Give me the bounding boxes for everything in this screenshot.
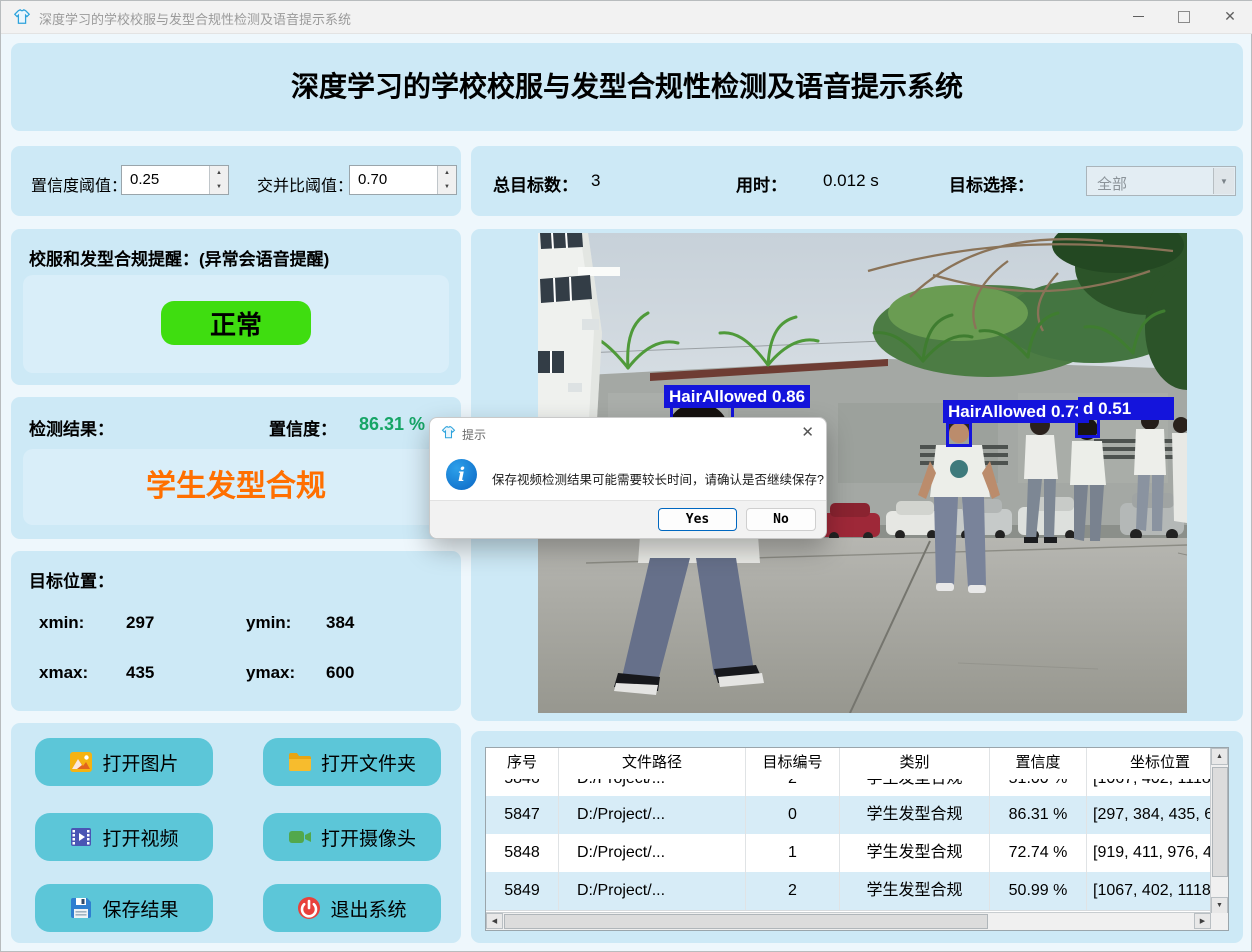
spin-down-icon[interactable]: ▼ [438,180,456,194]
dialog-title: 提示 [462,426,486,443]
dialog-close-icon[interactable]: ✕ [801,423,814,441]
shirt-icon [13,8,31,26]
actions-panel: 打开图片 打开文件夹 打开视频 打开摄像头 [11,723,461,943]
target-select-dropdown[interactable]: 全部 ▼ [1086,166,1236,196]
results-table: 序号 文件路径 目标编号 类别 置信度 坐标位置 5846 D:/Project… [485,747,1229,931]
spin-up-icon[interactable]: ▲ [210,166,228,181]
shirt-icon [441,425,456,440]
col-header: 序号 [486,748,559,779]
confidence-threshold-spinner[interactable]: 0.25 ▲ ▼ [121,165,229,195]
elapsed-time-label: 用时： [736,171,787,196]
iou-threshold-value: 0.70 [358,171,387,188]
camera-icon [288,825,312,849]
scroll-up-icon[interactable]: ▲ [1211,748,1228,765]
col-header: 坐标位置 [1087,748,1211,779]
minimize-icon[interactable] [1115,1,1161,32]
table-header-row: 序号 文件路径 目标编号 类别 置信度 坐标位置 [486,748,1211,780]
result-label: 检测结果： [29,415,114,440]
open-video-button[interactable]: 打开视频 [35,813,213,861]
maximize-icon[interactable] [1161,1,1207,32]
result-panel: 检测结果： 置信度： 86.31 % 学生发型合规 [11,397,461,539]
status-badge: 正常 [161,301,311,345]
total-targets-value: 3 [591,171,600,191]
scrollbar-thumb[interactable] [504,914,988,929]
open-folder-button[interactable]: 打开文件夹 [263,738,441,786]
scroll-left-icon[interactable]: ◀ [486,913,503,929]
col-header: 类别 [840,748,990,779]
table-row[interactable]: 5849 D:/Project/... 2 学生发型合规 50.99 % [10… [486,872,1211,911]
info-icon: i [446,459,477,490]
detection-label: HairAllowed 0.73 [943,400,1089,423]
position-header: 目标位置： [29,567,114,592]
spin-down-icon[interactable]: ▼ [210,180,228,194]
alert-panel: 校服和发型合规提醒：(异常会语音提醒) 正常 [11,229,461,385]
col-header: 文件路径 [559,748,746,779]
table-row[interactable]: 5847 D:/Project/... 0 学生发型合规 86.31 % [29… [486,796,1211,835]
col-header: 目标编号 [746,748,840,779]
detection-label: HairAllowed 0.86 [664,385,810,408]
ymax-label: ymax: [246,663,295,683]
alert-header: 校服和发型合规提醒：(异常会语音提醒) [29,245,329,270]
dialog-message: 保存视频检测结果可能需要较长时间，请确认是否继续保存? [492,469,824,488]
confidence-threshold-value: 0.25 [130,171,159,188]
total-targets-label: 总目标数： [493,171,578,196]
position-panel: 目标位置： xmin: 297 ymin: 384 xmax: 435 ymax… [11,551,461,711]
target-select-value: 全部 [1097,173,1127,194]
stats-panel: 总目标数： 3 用时： 0.012 s 目标选择： 全部 ▼ [471,146,1243,216]
confidence-label: 置信度： [269,415,337,440]
floppy-icon [69,896,93,920]
save-result-button[interactable]: 保存结果 [35,884,213,932]
camera-icon-button[interactable]: 打开摄像头 [263,813,441,861]
no-button[interactable]: No [746,508,816,531]
ymin-value: 384 [326,613,354,633]
vertical-scrollbar[interactable]: ▲ ▼ [1210,748,1228,914]
scrollbar-thumb[interactable] [1212,767,1228,877]
table-row[interactable]: 5848 D:/Project/... 1 学生发型合规 72.74 % [91… [486,834,1211,873]
confirm-dialog: 提示 ✕ i 保存视频检测结果可能需要较长时间，请确认是否继续保存? Yes N… [429,417,827,539]
target-select-label: 目标选择： [949,171,1034,196]
result-text: 学生发型合规 [23,449,449,525]
elapsed-time-value: 0.012 s [823,171,879,191]
xmax-label: xmax: [39,663,88,683]
confidence-threshold-label: 置信度阈值： [31,172,127,196]
dialog-button-strip: Yes No [430,500,826,538]
col-header: 置信度 [990,748,1087,779]
yes-button[interactable]: Yes [658,508,737,531]
xmax-value: 435 [126,663,154,683]
xmin-label: xmin: [39,613,84,633]
close-icon[interactable]: ✕ [1207,1,1252,32]
alert-inner: 正常 [23,275,449,373]
scrollbar-corner [1211,913,1228,930]
spin-up-icon[interactable]: ▲ [438,166,456,181]
page-title: 深度学习的学校校服与发型合规性检测及语音提示系统 [11,43,1243,131]
window-title: 深度学习的学校校服与发型合规性检测及语音提示系统 [39,9,351,28]
xmin-value: 297 [126,613,154,633]
ymin-label: ymin: [246,613,291,633]
folder-icon [288,750,312,774]
confidence-value: 86.31 % [359,414,425,435]
iou-threshold-label: 交并比阈值： [257,172,353,196]
detection-label: d 0.51 [1078,397,1174,420]
window-titlebar: 深度学习的学校校服与发型合规性检测及语音提示系统 ✕ [1,1,1252,34]
picture-icon [69,750,93,774]
film-icon [69,825,93,849]
ymax-value: 600 [326,663,354,683]
scroll-right-icon[interactable]: ▶ [1194,913,1211,929]
scroll-down-icon[interactable]: ▼ [1211,897,1228,914]
app-window: 深度学习的学校校服与发型合规性检测及语音提示系统 ✕ 深度学习的学校校服与发型合… [0,0,1252,952]
horizontal-scrollbar[interactable]: ◀ ▶ [486,912,1211,930]
power-icon [297,896,321,920]
table-row-partial[interactable]: 5846 D:/Project/... 2 学生发型合规 51.00 % [10… [486,779,1211,797]
iou-threshold-spinner[interactable]: 0.70 ▲ ▼ [349,165,457,195]
detection-box [946,421,972,447]
chevron-down-icon[interactable]: ▼ [1213,168,1234,194]
exit-button[interactable]: 退出系统 [263,884,441,932]
table-panel: 序号 文件路径 目标编号 类别 置信度 坐标位置 5846 D:/Project… [471,731,1243,943]
result-inner: 学生发型合规 [23,449,449,525]
header-panel: 深度学习的学校校服与发型合规性检测及语音提示系统 [11,43,1243,131]
params-panel: 置信度阈值： 0.25 ▲ ▼ 交并比阈值： 0.70 ▲ ▼ [11,146,461,216]
open-image-button[interactable]: 打开图片 [35,738,213,786]
